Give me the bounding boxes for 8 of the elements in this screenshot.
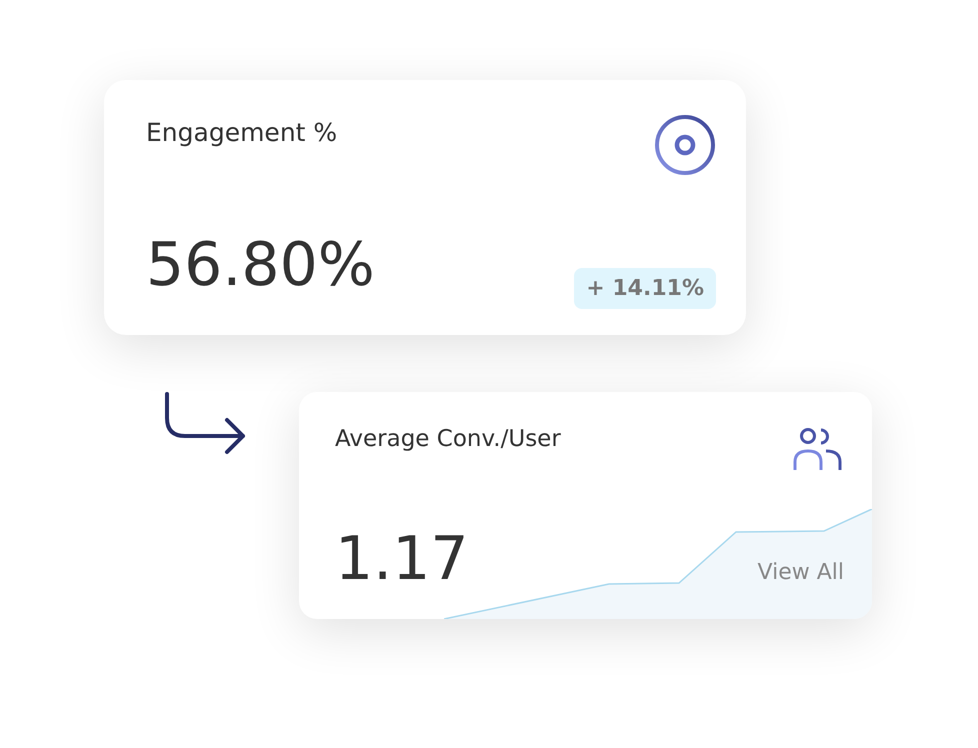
target-icon — [654, 114, 716, 176]
metric-value: 56.80% — [146, 235, 375, 295]
card-title: Engagement % — [146, 118, 338, 147]
users-icon — [792, 426, 844, 472]
metric-value: 1.17 — [335, 529, 469, 589]
change-badge: + 14.11% — [574, 268, 716, 309]
view-all-link[interactable]: View All — [758, 560, 844, 585]
card-title: Average Conv./User — [335, 426, 561, 452]
